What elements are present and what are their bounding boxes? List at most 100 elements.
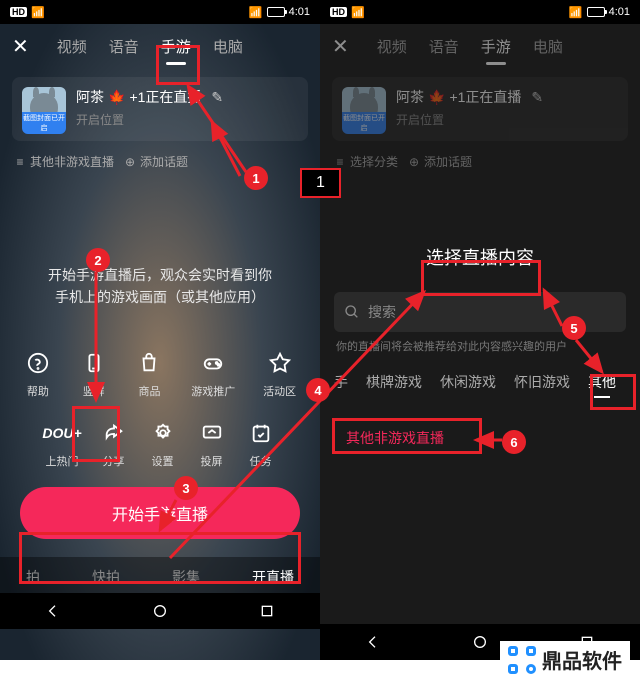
settings-button[interactable]: 设置 [149, 419, 177, 469]
status-bar: HD 📶 📶 4:01 [0, 0, 320, 24]
tab-voice[interactable]: 语音 [107, 32, 141, 61]
home-button[interactable] [148, 599, 172, 623]
watermark-icon [508, 646, 536, 674]
nav-bar [0, 593, 320, 629]
marker-6: 6 [502, 430, 526, 454]
close-icon[interactable]: ✕ [12, 34, 29, 59]
topic-chip[interactable]: ⊕添加话题 [408, 153, 472, 170]
cast-button[interactable]: 投屏 [198, 419, 226, 469]
edit-icon[interactable]: ✎ [531, 89, 543, 106]
tab-quick[interactable]: 快拍 [92, 567, 120, 587]
hot-button[interactable]: DOU+上热门 [46, 419, 79, 469]
top-tabs: ✕ 视频 语音 手游 电脑 [320, 24, 640, 69]
tab-pc[interactable]: 电脑 [531, 32, 565, 61]
hd-badge: HD [330, 7, 347, 17]
icon-row-1: 帮助 竖屏 商品 游戏推广 活动区 [0, 349, 320, 399]
gear-icon [149, 419, 177, 447]
clock: 4:01 [609, 6, 630, 18]
tab-video[interactable]: 视频 [55, 32, 89, 61]
help-button[interactable]: 帮助 [24, 349, 52, 399]
leaf-icon: 🍁 [428, 89, 445, 106]
share-button[interactable]: 分享 [100, 419, 128, 469]
stream-card[interactable]: 截图封面已开启 阿茶 🍁 +1正在直播 ✎ 开启位置 [332, 77, 628, 141]
stream-title: 阿茶 🍁 +1正在直播 ✎ [76, 87, 298, 107]
tab-shoot[interactable]: 拍 [26, 567, 40, 587]
tab-video[interactable]: 视频 [375, 32, 409, 61]
bottom-tabs: 拍 快拍 影集 开直播 [0, 557, 320, 593]
hd-badge: HD [10, 7, 27, 17]
avatar[interactable]: 截图封面已开启 [22, 87, 66, 131]
clock: 4:01 [289, 6, 310, 18]
marker-1: 1 [244, 166, 268, 190]
category-chip[interactable]: ≡其他非游戏直播 [14, 153, 114, 170]
edit-icon[interactable]: ✎ [211, 89, 223, 106]
star-icon [266, 349, 294, 377]
stream-subtitle[interactable]: 开启位置 [76, 111, 298, 128]
phone-icon [80, 349, 108, 377]
panel-title: 选择直播内容 [320, 244, 640, 270]
avatar[interactable]: 截图封面已开启 [342, 87, 386, 131]
list-icon: ≡ [334, 156, 346, 168]
description: 开始手游直播后，观众会实时看到你 手机上的游戏画面（或其他应用） [0, 264, 320, 309]
marker-5: 5 [562, 316, 586, 340]
close-icon[interactable]: ✕ [332, 34, 349, 59]
marker-3: 3 [174, 476, 198, 500]
top-tabs: ✕ 视频 语音 手游 电脑 [0, 24, 320, 69]
calendar-icon [247, 419, 275, 447]
avatar-badge: 截图封面已开启 [342, 112, 386, 134]
chips-row: ≡选择分类 ⊕添加话题 [320, 149, 640, 174]
back-button[interactable] [361, 630, 385, 654]
tab-live[interactable]: 开直播 [252, 567, 294, 587]
cat-chess[interactable]: 棋牌游戏 [366, 372, 422, 392]
stream-title: 阿茶 🍁 +1正在直播 ✎ [396, 87, 618, 107]
topic-chip[interactable]: ⊕添加话题 [124, 153, 188, 170]
stream-subtitle[interactable]: 开启位置 [396, 111, 618, 128]
list-icon: ≡ [14, 156, 26, 168]
bag-icon [135, 349, 163, 377]
category-tabs: 手 棋牌游戏 休闲游戏 怀旧游戏 其他 [320, 354, 640, 402]
tab-mobile-game[interactable]: 手游 [159, 32, 193, 61]
marker-4: 4 [306, 378, 330, 402]
tab-movie[interactable]: 影集 [172, 567, 200, 587]
search-hint: 你的直播间将会被推荐给对此内容感兴趣的用户 [320, 338, 640, 354]
share-icon [100, 419, 128, 447]
hash-icon: ⊕ [124, 156, 136, 168]
shop-button[interactable]: 商品 [135, 349, 163, 399]
cast-icon [198, 419, 226, 447]
task-button[interactable]: 任务 [247, 419, 275, 469]
battery-icon [587, 7, 605, 17]
cat-partial[interactable]: 手 [334, 372, 348, 392]
cat-other[interactable]: 其他 [588, 372, 616, 392]
leaf-icon: 🍁 [108, 89, 125, 106]
battery-icon [267, 7, 285, 17]
chips-row: ≡其他非游戏直播 ⊕添加话题 [0, 149, 320, 174]
signal-icon: 📶 [31, 6, 45, 19]
home-button[interactable] [468, 630, 492, 654]
category-chip[interactable]: ≡选择分类 [334, 153, 398, 170]
portrait-button[interactable]: 竖屏 [80, 349, 108, 399]
tab-mobile-game[interactable]: 手游 [479, 32, 513, 61]
game-rec-button[interactable]: 游戏推广 [191, 349, 235, 399]
question-icon [24, 349, 52, 377]
tab-voice[interactable]: 语音 [427, 32, 461, 61]
signal-icon: 📶 [569, 6, 583, 19]
activity-button[interactable]: 活动区 [263, 349, 296, 399]
marker-2: 2 [86, 248, 110, 272]
annotation-label: 1 [300, 168, 341, 198]
status-bar: HD 📶 📶 4:01 [320, 0, 640, 24]
gamepad-icon [199, 349, 227, 377]
icon-row-2: DOU+上热门 分享 设置 投屏 任务 [0, 419, 320, 469]
other-item[interactable]: 其他非游戏直播 [334, 416, 626, 460]
back-button[interactable] [41, 599, 65, 623]
cat-retro[interactable]: 怀旧游戏 [514, 372, 570, 392]
recent-button[interactable] [255, 599, 279, 623]
signal-icon: 📶 [249, 6, 263, 19]
hash-icon: ⊕ [408, 156, 420, 168]
tab-pc[interactable]: 电脑 [211, 32, 245, 61]
start-live-button[interactable]: 开始手游直播 [20, 487, 300, 539]
avatar-badge: 截图封面已开启 [22, 112, 66, 134]
cat-casual[interactable]: 休闲游戏 [440, 372, 496, 392]
watermark: 鼎品软件 [500, 641, 630, 678]
search-icon [344, 304, 360, 320]
stream-card[interactable]: 截图封面已开启 阿茶 🍁 +1正在直播 ✎ 开启位置 [12, 77, 308, 141]
